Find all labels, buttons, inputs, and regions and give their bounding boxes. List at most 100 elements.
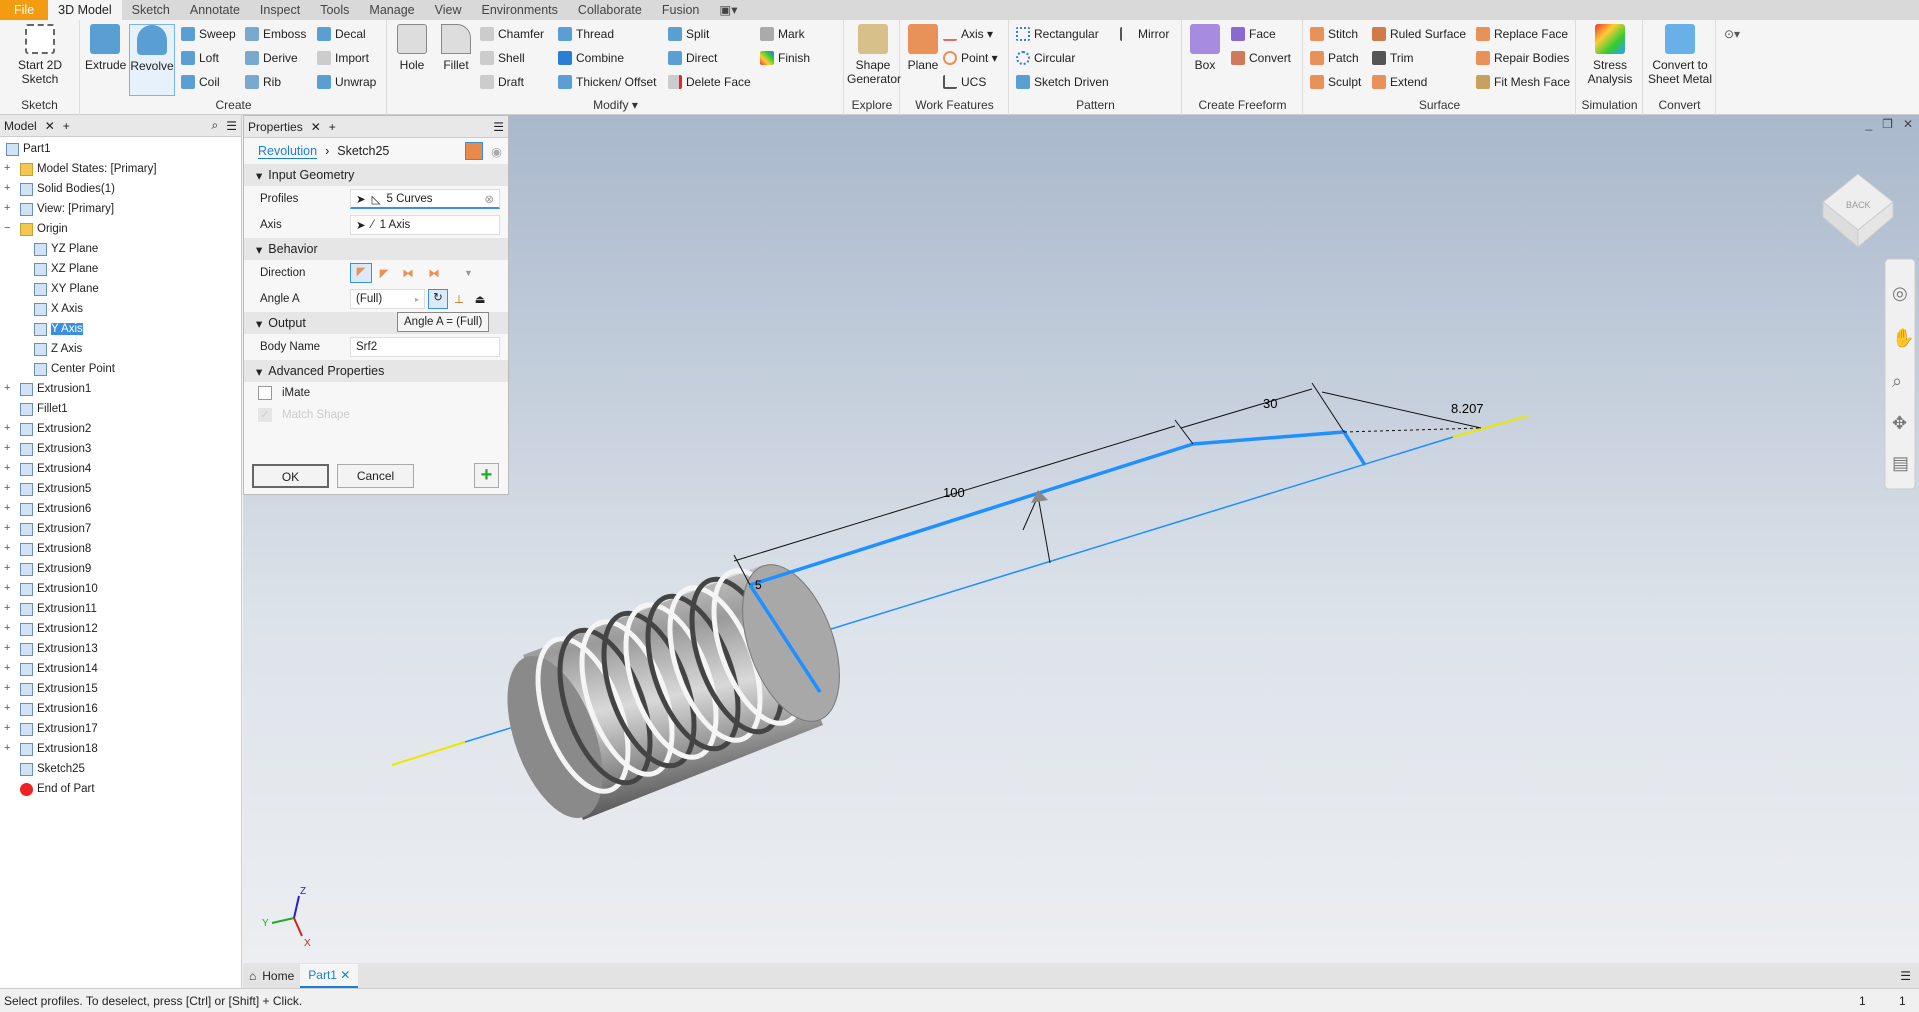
tree-item[interactable]: Extrusion5 bbox=[20, 479, 91, 499]
tab-collaborate[interactable]: Collaborate bbox=[568, 0, 652, 20]
repair-bodies-button[interactable]: Repair Bodies bbox=[1476, 48, 1569, 68]
thicken-offset-button[interactable]: Thicken/ Offset bbox=[558, 72, 656, 92]
ruled-surface-button[interactable]: Ruled Surface bbox=[1372, 24, 1466, 44]
expand-icon[interactable]: + bbox=[4, 662, 10, 674]
extend-button[interactable]: Extend bbox=[1372, 72, 1427, 92]
sketch-profile[interactable] bbox=[749, 430, 1367, 587]
close-icon[interactable]: ✕ bbox=[45, 119, 55, 133]
tree-item[interactable]: Extrusion2 bbox=[20, 419, 91, 439]
navigation-bar[interactable]: ◎ ✋ ⌕ ✥ ▤ bbox=[1884, 258, 1916, 490]
dimension-8-207[interactable]: 8.207 bbox=[1451, 401, 1484, 416]
emboss-button[interactable]: Emboss bbox=[245, 24, 306, 44]
start-2d-sketch-button[interactable]: Start 2D Sketch bbox=[8, 24, 72, 86]
tab-sketch[interactable]: Sketch bbox=[122, 0, 180, 20]
to-icon[interactable]: ⊥ bbox=[448, 292, 470, 306]
expand-icon[interactable]: + bbox=[4, 522, 10, 534]
sweep-button[interactable]: Sweep bbox=[181, 24, 236, 44]
face-button[interactable]: Face bbox=[1231, 24, 1276, 44]
tree-item[interactable]: Extrusion10 bbox=[20, 579, 98, 599]
stitch-button[interactable]: Stitch bbox=[1310, 24, 1358, 44]
tab-file[interactable]: File bbox=[0, 0, 49, 20]
hole-button[interactable]: Hole bbox=[392, 24, 432, 72]
expand-icon[interactable]: + bbox=[4, 682, 10, 694]
tree-item[interactable]: Extrusion14 bbox=[20, 659, 98, 679]
derive-button[interactable]: Derive bbox=[245, 48, 298, 68]
clear-icon[interactable]: ⊗ bbox=[484, 192, 494, 206]
ucs-button[interactable]: UCS bbox=[943, 72, 986, 92]
menu-icon[interactable]: ☰ bbox=[226, 119, 237, 133]
plane-button[interactable]: Plane bbox=[903, 24, 943, 72]
tree-item[interactable]: Extrusion4 bbox=[20, 459, 91, 479]
tab-fusion[interactable]: Fusion bbox=[652, 0, 710, 20]
tab-annotate[interactable]: Annotate bbox=[180, 0, 250, 20]
tree-item[interactable]: Fillet1 bbox=[20, 399, 68, 419]
shell-button[interactable]: Shell bbox=[480, 48, 525, 68]
draft-button[interactable]: Draft bbox=[480, 72, 524, 92]
tree-item[interactable]: Extrusion6 bbox=[20, 499, 91, 519]
eye-icon[interactable]: ◉ bbox=[491, 144, 502, 159]
expand-icon[interactable]: + bbox=[4, 202, 10, 214]
tab-3d-model[interactable]: 3D Model bbox=[48, 0, 122, 20]
tree-item[interactable]: YZ Plane bbox=[34, 239, 98, 259]
tree-item[interactable]: Extrusion18 bbox=[20, 739, 98, 759]
patch-button[interactable]: Patch bbox=[1310, 48, 1359, 68]
expand-icon[interactable]: + bbox=[4, 182, 10, 194]
unwrap-button[interactable]: Unwrap bbox=[317, 72, 376, 92]
decal-button[interactable]: Decal bbox=[317, 24, 366, 44]
direct-button[interactable]: Direct bbox=[668, 48, 717, 68]
shape-generator-button[interactable]: Shape Generator bbox=[847, 24, 901, 86]
split-button[interactable]: Split bbox=[668, 24, 709, 44]
tree-item[interactable]: Center Point bbox=[34, 359, 115, 379]
expand-icon[interactable]: + bbox=[4, 602, 10, 614]
expand-icon[interactable]: − bbox=[4, 222, 10, 234]
expand-icon[interactable]: + bbox=[4, 162, 10, 174]
convert-button[interactable]: Convert bbox=[1231, 48, 1291, 68]
section-behavior[interactable]: ▾ Behavior bbox=[244, 238, 508, 260]
loft-button[interactable]: Loft bbox=[181, 48, 219, 68]
section-input-geometry[interactable]: ▾ Input Geometry bbox=[244, 164, 508, 186]
tab-tools[interactable]: Tools bbox=[310, 0, 359, 20]
tree-item[interactable]: Extrusion7 bbox=[20, 519, 91, 539]
search-icon[interactable]: ⌕ bbox=[212, 118, 219, 133]
tree-item[interactable]: Extrusion11 bbox=[20, 599, 97, 619]
chevron-down-icon[interactable]: ▼ bbox=[464, 268, 473, 278]
menu-icon[interactable]: ☰ bbox=[493, 120, 504, 134]
expand-icon[interactable]: + bbox=[4, 722, 10, 734]
minimize-icon[interactable]: _ bbox=[1865, 117, 1872, 131]
tree-item[interactable]: Extrusion16 bbox=[20, 699, 98, 719]
thread-button[interactable]: Thread bbox=[558, 24, 614, 44]
view-cube[interactable]: BACK bbox=[1822, 173, 1894, 249]
extrude-button[interactable]: Extrude bbox=[85, 24, 126, 72]
expand-icon[interactable]: + bbox=[4, 562, 10, 574]
surface-mode-icon[interactable] bbox=[465, 142, 484, 160]
dimension-100[interactable]: 100 bbox=[943, 485, 965, 500]
threaded-cylinder[interactable] bbox=[488, 552, 858, 831]
dimension-5[interactable]: 5 bbox=[755, 578, 762, 592]
coil-button[interactable]: Coil bbox=[181, 72, 220, 92]
expand-icon[interactable]: + bbox=[4, 422, 10, 434]
tree-item[interactable]: Extrusion9 bbox=[20, 559, 91, 579]
tree-item[interactable]: Extrusion1 bbox=[20, 379, 91, 399]
tree-item[interactable]: XY Plane bbox=[34, 279, 99, 299]
dimension-30[interactable]: 30 bbox=[1263, 396, 1277, 411]
direction-symmetric-icon[interactable]: ⧓ bbox=[396, 266, 420, 280]
arrow-right-icon[interactable]: ▸ bbox=[415, 295, 419, 304]
convert-to-sheet-metal-button[interactable]: Convert to Sheet Metal bbox=[1646, 24, 1714, 86]
delete-face-button[interactable]: Delete Face bbox=[668, 72, 751, 92]
tab-manage[interactable]: Manage bbox=[359, 0, 424, 20]
sculpt-button[interactable]: Sculpt bbox=[1310, 72, 1361, 92]
expand-icon[interactable]: + bbox=[4, 622, 10, 634]
tree-item[interactable]: Extrusion12 bbox=[20, 619, 98, 639]
tree-item[interactable]: Extrusion13 bbox=[20, 639, 98, 659]
direction-default-icon[interactable]: ◤ bbox=[350, 263, 372, 283]
close-icon[interactable]: ✕ bbox=[311, 120, 321, 134]
breadcrumb-revolution[interactable]: Revolution bbox=[258, 144, 318, 159]
tree-item[interactable]: X Axis bbox=[34, 299, 83, 319]
profiles-selector[interactable]: ➤ ◺ 5 Curves ⊗ bbox=[350, 189, 500, 209]
expand-icon[interactable]: + bbox=[4, 462, 10, 474]
tree-item[interactable]: Model States: [Primary] bbox=[20, 159, 157, 179]
full-angle-icon[interactable]: ↻ bbox=[428, 289, 448, 309]
ribbon-options-icon[interactable]: ⊙▾ bbox=[1724, 24, 1740, 44]
close-icon[interactable]: ✕ bbox=[340, 968, 350, 982]
direction-asymmetric-icon[interactable]: ⧓ bbox=[420, 266, 448, 280]
